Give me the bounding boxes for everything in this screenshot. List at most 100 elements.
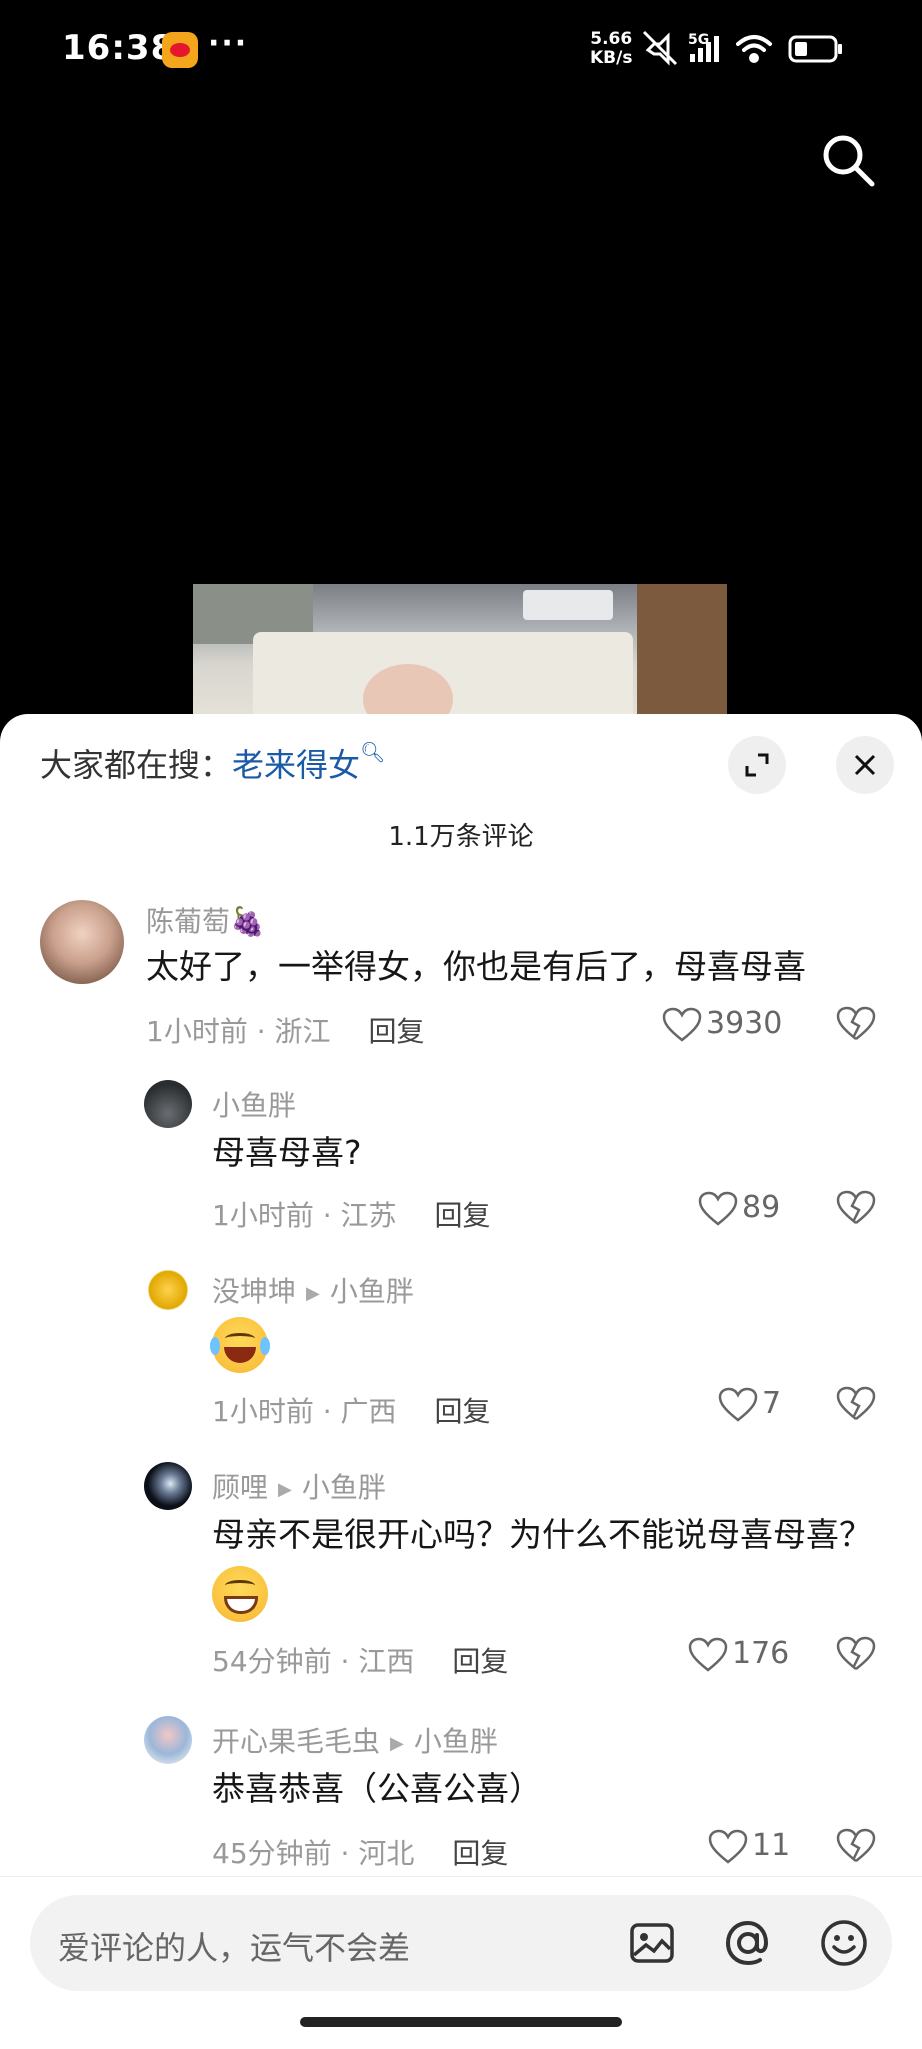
comment-location: 江苏 bbox=[340, 1199, 397, 1232]
heart-icon bbox=[718, 1387, 758, 1422]
comment-meta: 1小时前 · 广西 回复 bbox=[212, 1395, 491, 1428]
comment-time: 45分钟前 bbox=[212, 1837, 332, 1870]
weibo-icon bbox=[162, 32, 198, 68]
emoji-icon[interactable] bbox=[818, 1917, 870, 1969]
battery-icon bbox=[788, 35, 842, 63]
avatar[interactable] bbox=[144, 1266, 192, 1314]
broken-heart-icon[interactable] bbox=[836, 1636, 876, 1672]
reply-arrow-icon: ▶ bbox=[278, 1478, 292, 1500]
broken-heart-icon[interactable] bbox=[836, 1190, 876, 1226]
status-bar: 16:38 ··· 5.66 KB/s 5G bbox=[0, 0, 922, 100]
comment-text: 母喜母喜? bbox=[212, 1133, 362, 1172]
comment-time: 1小时前 bbox=[212, 1395, 314, 1428]
comment-text: 母亲不是很开心吗？为什么不能说母喜母喜？ bbox=[212, 1506, 892, 1622]
comment-username[interactable]: 顾哩 ▶ 小鱼胖 bbox=[212, 1466, 386, 1506]
like-button[interactable]: 176 bbox=[688, 1636, 789, 1673]
like-button[interactable]: 3930 bbox=[662, 1006, 782, 1043]
comment-meta: 1小时前 · 浙江 回复 bbox=[146, 1015, 425, 1048]
reply-arrow-icon: ▶ bbox=[306, 1282, 320, 1304]
broken-heart-icon[interactable] bbox=[836, 1386, 876, 1422]
wifi-icon bbox=[736, 35, 772, 63]
laughing-crying-emoji-icon bbox=[210, 1316, 270, 1373]
reply-button[interactable]: 回复 bbox=[452, 1645, 508, 1678]
hot-search[interactable]: 大家都在搜：老来得女🔍︎ bbox=[40, 740, 385, 786]
comment-location: 广西 bbox=[340, 1395, 397, 1428]
avatar[interactable] bbox=[144, 1716, 192, 1764]
comment-location: 浙江 bbox=[274, 1015, 331, 1048]
username-text: 陈葡萄 bbox=[146, 905, 231, 938]
like-count: 3930 bbox=[706, 1006, 783, 1041]
comment-meta: 45分钟前 · 河北 回复 bbox=[212, 1837, 509, 1870]
comment-meta: 1小时前 · 江苏 回复 bbox=[212, 1199, 491, 1232]
comment-time: 1小时前 bbox=[212, 1199, 314, 1232]
broken-heart-icon[interactable] bbox=[836, 1006, 876, 1042]
reply-to-user[interactable]: 小鱼胖 bbox=[414, 1725, 498, 1758]
comment-username[interactable]: 没坤坤 ▶ 小鱼胖 bbox=[212, 1270, 414, 1310]
comment-input-placeholder: 爱评论的人，运气不会差 bbox=[58, 1929, 411, 1967]
reply-button[interactable]: 回复 bbox=[435, 1199, 491, 1232]
like-button[interactable]: 11 bbox=[708, 1828, 790, 1865]
comment-time: 1小时前 bbox=[146, 1015, 248, 1048]
like-count: 176 bbox=[732, 1636, 790, 1671]
comment-username[interactable]: 开心果毛毛虫 ▶ 小鱼胖 bbox=[212, 1720, 498, 1760]
username-text: 顾哩 bbox=[212, 1471, 269, 1504]
username-text: 开心果毛毛虫 bbox=[212, 1725, 381, 1758]
grinning-emoji-icon bbox=[212, 1565, 268, 1622]
comment-count: 1.1万条评论 bbox=[388, 822, 534, 852]
close-button[interactable] bbox=[836, 736, 894, 794]
comment-username[interactable]: 小鱼胖 bbox=[212, 1084, 296, 1124]
close-icon bbox=[854, 754, 876, 776]
avatar[interactable] bbox=[144, 1080, 192, 1128]
heart-icon bbox=[662, 1007, 702, 1042]
reply-button[interactable]: 回复 bbox=[435, 1395, 491, 1428]
reply-to-user[interactable]: 小鱼胖 bbox=[330, 1275, 414, 1308]
status-time: 16:38 bbox=[62, 28, 176, 68]
heart-icon bbox=[698, 1191, 738, 1226]
more-notifications-icon: ··· bbox=[208, 26, 249, 61]
broken-heart-icon[interactable] bbox=[836, 1828, 876, 1864]
reply-arrow-icon: ▶ bbox=[390, 1732, 404, 1754]
comment-location: 江西 bbox=[358, 1645, 415, 1678]
speed-value: 5.66 bbox=[590, 29, 633, 49]
image-icon[interactable] bbox=[626, 1917, 678, 1969]
comment-location: 河北 bbox=[358, 1837, 415, 1870]
network-speed: 5.66 KB/s bbox=[590, 30, 632, 68]
like-count: 11 bbox=[752, 1828, 791, 1863]
status-icons: 5G bbox=[642, 30, 842, 66]
reply-button[interactable]: 回复 bbox=[452, 1837, 508, 1870]
grape-badge-icon: 🍇 bbox=[230, 905, 265, 938]
reply-to-user[interactable]: 小鱼胖 bbox=[302, 1471, 386, 1504]
comment-text: 太好了，一举得女，你也是有后了，母喜母喜 bbox=[146, 947, 806, 986]
comment-text-value: 母亲不是很开心吗？为什么不能说母喜母喜？ bbox=[212, 1515, 872, 1554]
heart-icon bbox=[688, 1637, 728, 1672]
comment-input[interactable]: 爱评论的人，运气不会差 bbox=[30, 1895, 892, 1991]
like-button[interactable]: 89 bbox=[698, 1190, 780, 1227]
hot-search-keyword[interactable]: 老来得女 bbox=[232, 746, 360, 784]
reply-button[interactable]: 回复 bbox=[369, 1015, 425, 1048]
heart-icon bbox=[708, 1829, 748, 1864]
mute-icon bbox=[642, 30, 678, 66]
at-icon[interactable] bbox=[722, 1917, 774, 1969]
avatar[interactable] bbox=[144, 1462, 192, 1510]
comment-panel: 大家都在搜：老来得女🔍︎ 1.1万条评论 陈葡萄🍇 太好了，一举得女，你也是有后… bbox=[0, 714, 922, 2048]
like-count: 7 bbox=[762, 1386, 782, 1421]
comment-text: 恭喜恭喜（公喜公喜） bbox=[212, 1769, 542, 1808]
comment-username[interactable]: 陈葡萄🍇 bbox=[146, 900, 265, 940]
avatar[interactable] bbox=[40, 900, 124, 984]
search-icon[interactable] bbox=[818, 130, 878, 190]
reply-item: 没坤坤▶小鱼胖 😂 1小时前 · 广西回复 7 bbox=[0, 1266, 922, 1466]
hot-search-prefix: 大家都在搜： bbox=[40, 746, 233, 784]
comment-input-bar: 爱评论的人，运气不会差 bbox=[0, 1876, 922, 2049]
comment-meta: 54分钟前 · 江西 回复 bbox=[212, 1645, 509, 1678]
comment-item: 陈葡萄🍇 太好了，一举得女，你也是有后了，母喜母喜 1小时前 · 浙江 回复 39… bbox=[0, 890, 922, 1080]
reply-item: 小鱼胖 母喜母喜? 1小时前 · 江苏 回复 89 bbox=[0, 1080, 922, 1270]
username-text: 没坤坤 bbox=[212, 1275, 297, 1308]
home-indicator[interactable] bbox=[300, 2017, 622, 2027]
small-search-icon: 🔍︎ bbox=[360, 740, 386, 764]
like-count: 89 bbox=[742, 1190, 781, 1225]
comment-time: 54分钟前 bbox=[212, 1645, 332, 1678]
video-frame bbox=[193, 584, 727, 720]
expand-button[interactable] bbox=[728, 736, 786, 794]
reply-item: 开心果毛毛虫 ▶ 小鱼胖 恭喜恭喜（公喜公喜） 45分钟前 · 河北 回复 11 bbox=[0, 1716, 922, 1896]
like-button[interactable]: 7 bbox=[718, 1386, 781, 1423]
